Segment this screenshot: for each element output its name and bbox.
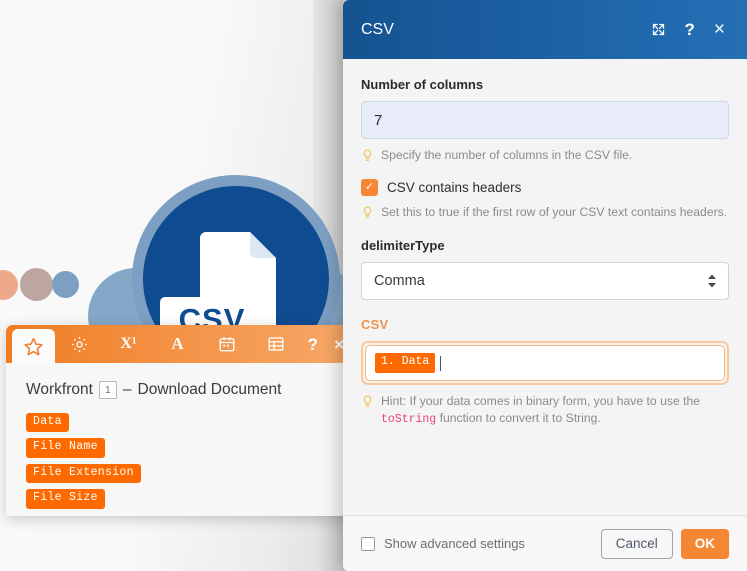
expand-icon	[652, 23, 664, 36]
dialog-footer: Show advanced settings Cancel OK	[343, 515, 747, 571]
csv-headers-label: CSV contains headers	[387, 179, 522, 195]
number-of-columns-hint-text: Specify the number of columns in the CSV…	[381, 148, 633, 162]
field-csv-contains-headers: ✓ CSV contains headers Set this to true …	[361, 178, 729, 222]
left-panel-toolbar: X¹ A ? ×	[6, 325, 354, 363]
left-panel: X¹ A ? × Workfront 1 – Download Document…	[6, 325, 354, 516]
left-panel-help-button[interactable]: ?	[308, 336, 318, 353]
csv-textarea-focus-ring: 1. Data	[361, 341, 729, 385]
cancel-button[interactable]: Cancel	[600, 528, 673, 559]
delimiter-type-select[interactable]: Comma	[361, 262, 729, 301]
screen: CSV X¹ A ? × Workfront 1 – Download Docu…	[0, 0, 747, 571]
dot-blue-icon	[52, 271, 79, 298]
number-of-columns-label: Number of columns	[361, 77, 484, 92]
csv-textarea[interactable]: 1. Data	[365, 345, 725, 381]
csv-data-chip[interactable]: 1. Data	[375, 353, 436, 373]
text-icon: A	[171, 334, 184, 353]
star-icon	[24, 337, 43, 355]
chip-file-extension[interactable]: File Extension	[26, 463, 141, 484]
app-name: Workfront	[26, 381, 93, 398]
field-delimiter-type: delimiterType Comma	[361, 238, 729, 301]
tab-superscript[interactable]: X¹	[104, 325, 153, 363]
tab-text[interactable]: A	[153, 325, 202, 363]
csv-headers-checkbox[interactable]: ✓	[361, 178, 378, 196]
help-button[interactable]: ?	[685, 21, 695, 38]
ok-button[interactable]: OK	[680, 528, 729, 559]
csv-hint-prefix: Hint: If your data comes in binary form,…	[381, 393, 701, 408]
dialog-title: CSV	[361, 20, 394, 38]
field-csv: CSV 1. Data Hint: If your data comes in …	[361, 317, 729, 429]
number-of-columns-input[interactable]: 7	[361, 101, 729, 139]
csv-headers-hint: Set this to true if the first row of you…	[361, 204, 729, 222]
tab-settings[interactable]	[55, 325, 104, 363]
csv-hint-suffix: function to convert it to String.	[436, 411, 601, 426]
dot-salmon-icon	[0, 270, 18, 300]
delimiter-type-select-wrap: Comma	[361, 262, 729, 301]
csv-headers-checkbox-row[interactable]: ✓ CSV contains headers	[361, 178, 729, 196]
dialog-body: Number of columns 7 Specify the number o…	[343, 59, 747, 515]
chip-data[interactable]: Data	[26, 413, 69, 433]
chevron-updown-icon	[707, 274, 717, 288]
superscript-icon: X¹	[120, 335, 137, 352]
close-button[interactable]: ×	[714, 20, 725, 39]
lightbulb-icon	[363, 395, 372, 407]
csv-dialog: CSV ? × Number of columns 7 Specify the …	[343, 0, 747, 571]
show-advanced-settings-label: Show advanced settings	[384, 536, 525, 551]
csv-hint: Hint: If your data comes in binary form,…	[361, 393, 729, 429]
field-number-of-columns: Number of columns 7 Specify the number o…	[361, 77, 729, 165]
text-caret	[440, 355, 442, 371]
tab-date[interactable]	[202, 325, 251, 363]
delimiter-type-label: delimiterType	[361, 238, 445, 254]
tab-favorites[interactable]	[12, 329, 55, 363]
output-chip-list: Data File Name File Extension File Size	[26, 413, 334, 509]
dialog-header: CSV ? ×	[343, 0, 747, 59]
show-advanced-settings-row[interactable]: Show advanced settings	[361, 536, 525, 551]
dot-mauve-icon	[20, 268, 53, 301]
module-action: Download Document	[137, 381, 282, 398]
chip-file-name[interactable]: File Name	[26, 438, 105, 458]
csv-field-label: CSV	[361, 317, 389, 333]
dialog-actions: Cancel OK	[600, 528, 729, 559]
lightbulb-icon	[363, 206, 372, 218]
tab-table[interactable]	[251, 325, 300, 363]
number-of-columns-hint: Specify the number of columns in the CSV…	[361, 147, 729, 165]
expand-button[interactable]	[651, 22, 666, 37]
lightbulb-icon	[363, 149, 372, 161]
title-separator: –	[122, 381, 132, 398]
left-panel-title: Workfront 1 – Download Document	[26, 381, 334, 399]
left-panel-body: Workfront 1 – Download Document Data Fil…	[6, 363, 354, 509]
calendar-icon	[219, 337, 234, 352]
csv-hint-code: toString	[381, 413, 437, 427]
csv-headers-hint-text: Set this to true if the first row of you…	[381, 204, 728, 219]
show-advanced-settings-checkbox[interactable]	[361, 536, 375, 551]
csv-hint-text: Hint: If your data comes in binary form,…	[381, 393, 729, 429]
table-icon	[268, 337, 283, 351]
dialog-header-actions: ? ×	[651, 20, 725, 39]
step-badge: 1	[98, 381, 117, 399]
chip-file-size[interactable]: File Size	[26, 489, 105, 509]
gear-icon	[72, 336, 87, 352]
